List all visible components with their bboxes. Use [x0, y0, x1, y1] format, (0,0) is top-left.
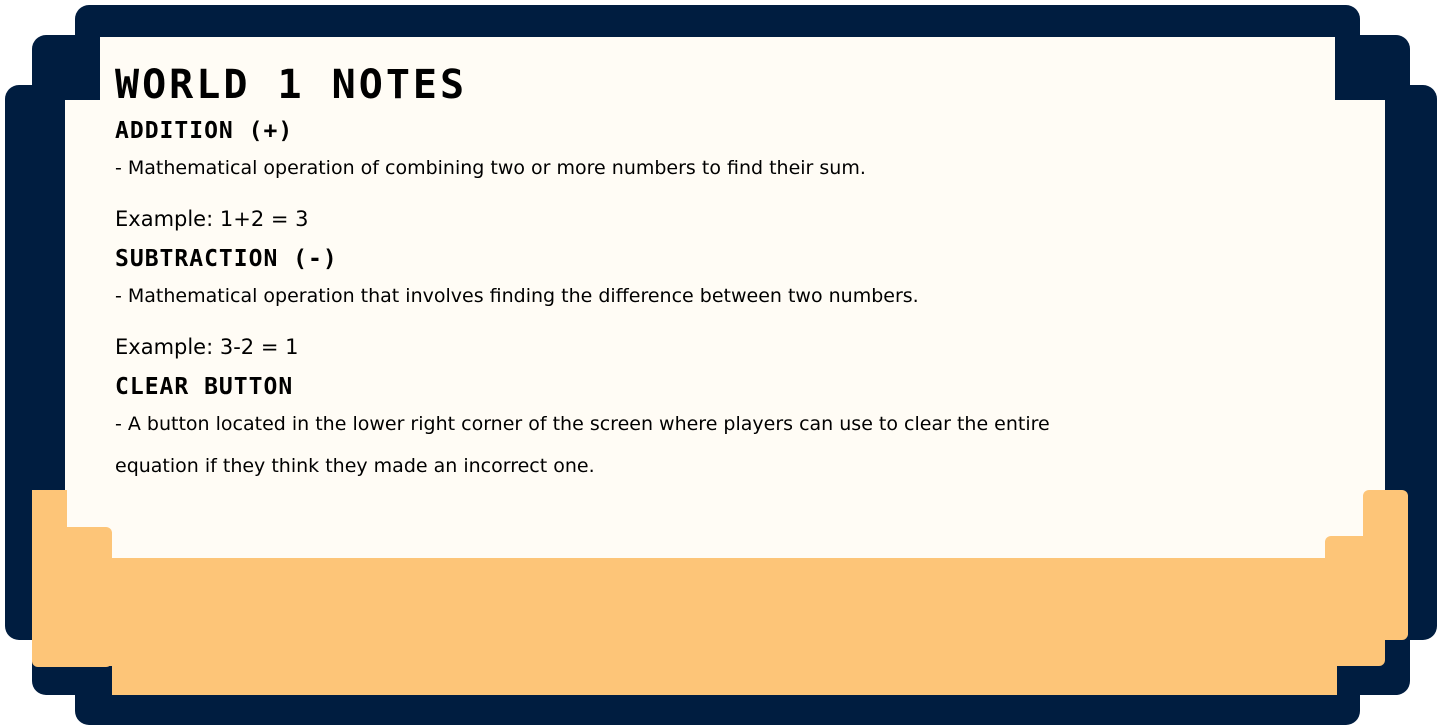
- addition-description: - Mathematical operation of combining tw…: [115, 157, 866, 179]
- section-heading-clear-button: CLEAR BUTTON: [115, 374, 294, 400]
- section-heading-subtraction: SUBTRACTION (-): [115, 246, 338, 272]
- addition-example: Example: 1+2 = 3: [115, 207, 309, 231]
- notes-content: WORLD 1 NOTES ADDITION (+) - Mathematica…: [115, 62, 1345, 496]
- subtraction-example: Example: 3-2 = 1: [115, 335, 299, 359]
- section-heading-addition: ADDITION (+): [115, 118, 294, 144]
- clear-button-description: - A button located in the lower right co…: [115, 413, 1050, 435]
- page-title: WORLD 1 NOTES: [115, 62, 468, 108]
- clear-button-description-cont: equation if they think they made an inco…: [115, 455, 595, 477]
- subtraction-description: - Mathematical operation that involves f…: [115, 285, 919, 307]
